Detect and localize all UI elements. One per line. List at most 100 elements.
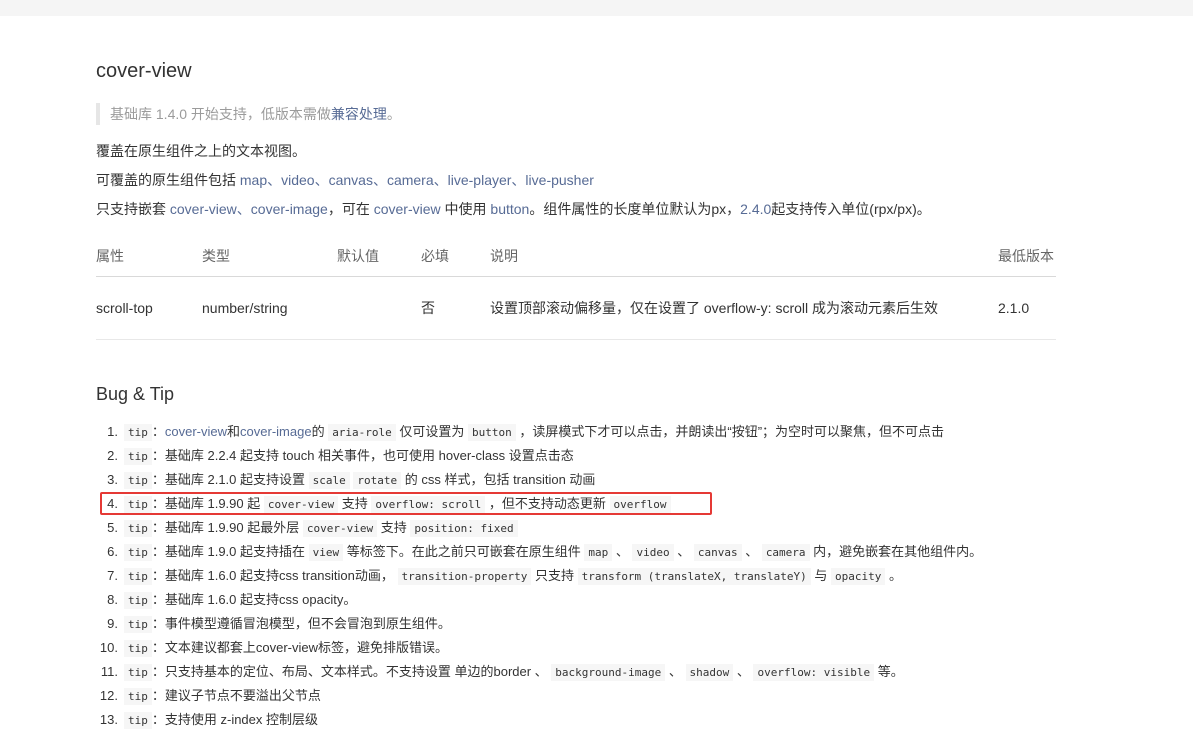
list-item-number: 7. — [107, 568, 118, 583]
native-components-links[interactable]: map、video、canvas、camera、live-player、live… — [240, 172, 594, 188]
button-link[interactable]: button — [490, 201, 529, 217]
description-2-text: 可覆盖的原生组件包括 — [96, 172, 240, 188]
inline-code: tip — [124, 616, 152, 633]
list-item: 3. tip ：基础库 2.1.0 起支持设置 scale rotate 的 css… — [96, 468, 1056, 492]
list-item-text: 的 — [311, 424, 329, 439]
inline-code: tip — [124, 664, 152, 681]
inline-code: aria-role — [328, 424, 396, 441]
list-item-number: 3. — [107, 472, 118, 487]
list-item-number: 9. — [107, 616, 118, 631]
version-note-suffix: 。 — [386, 106, 401, 122]
list-item-text: 、 — [665, 664, 686, 679]
desc3-text-4: 。组件属性的长度单位默认为px， — [529, 201, 741, 217]
header-attr: 属性 — [96, 236, 202, 277]
list-item-text: ：基础库 1.9.0 起支持插在 — [151, 544, 309, 559]
page-title: cover-view — [96, 60, 192, 82]
table-row: scroll-top number/string 否 设置顶部滚动偏移量，仅在设… — [96, 276, 1056, 340]
inline-code: tip — [124, 424, 152, 441]
desc3-text-3: 中使用 — [440, 201, 491, 217]
inline-code: button — [468, 424, 516, 441]
table-header-row: 属性 类型 默认值 必填 说明 最低版本 — [96, 236, 1056, 277]
highlight-box — [100, 492, 712, 515]
list-item: 13. tip ：支持使用 z-index 控制层级 — [96, 708, 1056, 732]
list-item: 5. tip ：基础库 1.9.90 起最外层 cover-view 支持 posi… — [96, 516, 1056, 540]
list-item-text: 只支持 — [531, 568, 578, 583]
list-item-number: 8. — [107, 592, 118, 607]
list-item-number: 11. — [100, 664, 118, 679]
list-item-text: ：事件模型遵循冒泡模型，但不会冒泡到原生组件。 — [151, 616, 451, 631]
compat-link[interactable]: 兼容处理 — [331, 106, 387, 122]
cover-view-link[interactable]: cover-view — [374, 201, 441, 217]
list-item: 10. tip ：文本建议都套上cover-view标签，避免排版错误。 — [96, 636, 1056, 660]
list-item-number: 5. — [107, 520, 118, 535]
inline-code: tip — [124, 448, 152, 465]
list-item-number: 12. — [99, 688, 118, 703]
inline-code: tip — [124, 472, 152, 489]
description-1: 覆盖在原生组件之上的文本视图。 — [96, 143, 306, 159]
list-item-text: ：只支持基本的定位、布局、文本样式。不支持设置 单边的border 、 — [151, 664, 552, 679]
cell-min-version[interactable]: 2.1.0 — [998, 276, 1056, 340]
list-item: 1. tip ：cover-view和cover-image的 aria-role … — [96, 420, 1056, 444]
list-item-number: 13. — [99, 712, 118, 727]
inline-code: opacity — [830, 568, 886, 585]
header-type: 类型 — [202, 236, 337, 277]
attributes-table: 属性 类型 默认值 必填 说明 最低版本 scroll-top number/s… — [96, 236, 1056, 340]
list-item: 6. tip ：基础库 1.9.0 起支持插在 view 等标签下。在此之前只可嵌套… — [96, 540, 1056, 564]
inline-code: overflow: visible — [753, 664, 875, 681]
list-item-text: 、 — [612, 544, 633, 559]
list-item-text: 等标签下。在此之前只可嵌套在原生组件 — [343, 544, 585, 559]
list-item-text: ：基础库 1.6.0 起支持css opacity。 — [151, 592, 357, 607]
inline-link[interactable]: cover-image — [240, 424, 312, 439]
list-item-text: ：支持使用 z-index 控制层级 — [151, 712, 319, 727]
list-item-text: ：基础库 2.2.4 起支持 touch 相关事件，也可使用 hover-cla… — [151, 448, 574, 463]
list-item-number: 6. — [107, 544, 118, 559]
cover-view-image-link[interactable]: cover-view、cover-image — [170, 201, 328, 217]
inline-code: tip — [124, 544, 152, 561]
list-item-number: 1. — [107, 424, 118, 439]
version-240-link[interactable]: 2.4.0 — [740, 201, 771, 217]
list-item-text: 内，避免嵌套在其他组件内。 — [809, 544, 983, 559]
inline-code: scale — [308, 472, 350, 489]
inline-code: cover-view — [302, 520, 378, 537]
header-description: 说明 — [490, 236, 998, 277]
inline-code: camera — [761, 544, 810, 561]
list-item-text: 与 — [810, 568, 831, 583]
tips-list: 1. tip ：cover-view和cover-image的 aria-role … — [96, 420, 1056, 732]
list-item-text: 、 — [673, 544, 694, 559]
list-item-text: 仅可设置为 — [395, 424, 469, 439]
list-item: 11. tip ：只支持基本的定位、布局、文本样式。不支持设置 单边的border … — [96, 660, 1056, 684]
description-2: 可覆盖的原生组件包括 map、video、canvas、camera、live-… — [96, 170, 594, 190]
list-item-text: ：基础库 1.6.0 起支持css transition动画， — [151, 568, 398, 583]
cell-default — [337, 276, 421, 340]
list-item-text: ：文本建议都套上cover-view标签，避免排版错误。 — [151, 640, 448, 655]
cell-required: 否 — [421, 276, 490, 340]
list-item-text: 、 — [733, 664, 754, 679]
inline-code: shadow — [685, 664, 734, 681]
version-note: 基础库 1.4.0 开始支持，低版本需做兼容处理。 — [96, 103, 401, 125]
inline-code: rotate — [353, 472, 402, 489]
inline-code: tip — [124, 688, 152, 705]
inline-code: transform (translateX, translateY) — [577, 568, 811, 585]
inline-link[interactable]: cover-view — [165, 424, 227, 439]
desc3-text-1: 只支持嵌套 — [96, 201, 170, 217]
list-item-text: 等。 — [874, 664, 904, 679]
list-item: 7. tip ：基础库 1.6.0 起支持css transition动画， tra… — [96, 564, 1056, 588]
list-item: 9. tip ：事件模型遵循冒泡模型，但不会冒泡到原生组件。 — [96, 612, 1056, 636]
list-item-text: ，读屏模式下才可以点击，并朗读出“按钮”；为空时可以聚焦，但不可点击 — [515, 424, 945, 439]
list-item-text: ：建议子节点不要溢出父节点 — [151, 688, 321, 703]
cell-description: 设置顶部滚动偏移量，仅在设置了 overflow-y: scroll 成为滚动元… — [490, 276, 998, 340]
desc3-text-2: ，可在 — [327, 201, 374, 217]
list-item-text: 、 — [741, 544, 762, 559]
cell-attr: scroll-top — [96, 276, 202, 340]
inline-code: map — [584, 544, 613, 561]
list-item: 8. tip ：基础库 1.6.0 起支持css opacity。 — [96, 588, 1056, 612]
version-note-text: 基础库 1.4.0 开始支持，低版本需做 — [110, 106, 331, 122]
list-item-text: ：基础库 1.9.90 起最外层 — [151, 520, 303, 535]
list-item: 2. tip ：基础库 2.2.4 起支持 touch 相关事件，也可使用 hove… — [96, 444, 1056, 468]
inline-code: position: fixed — [410, 520, 518, 537]
inline-code: tip — [124, 640, 152, 657]
list-item-text: ：基础库 2.1.0 起支持设置 — [151, 472, 309, 487]
header-default: 默认值 — [337, 236, 421, 277]
inline-code: transition-property — [397, 568, 532, 585]
desc3-text-5: 起支持传入单位(rpx/px)。 — [771, 201, 931, 217]
